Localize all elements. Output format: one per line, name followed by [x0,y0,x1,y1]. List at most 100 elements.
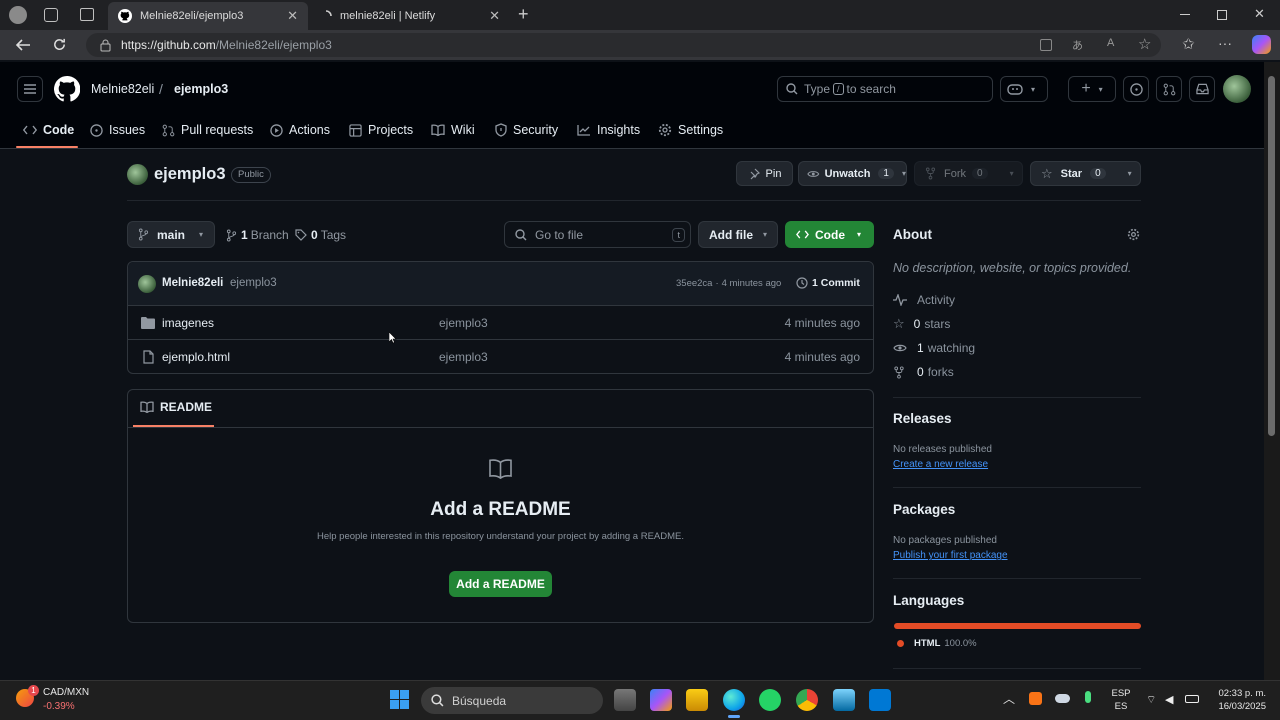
minimize-icon[interactable] [1180,14,1190,15]
file-explorer-icon[interactable] [686,689,708,711]
widget-title[interactable]: CAD/MXN [43,687,89,698]
repo-title[interactable]: ejemplo3 [154,165,226,184]
vertical-tabs-icon[interactable] [80,8,94,21]
branches-link[interactable]: 1 Branch [226,228,289,242]
copilot-app-icon[interactable] [650,689,672,711]
create-new-button[interactable]: + ▾ [1068,76,1116,102]
more-options-icon[interactable]: ··· [1218,35,1232,51]
inbox-button[interactable] [1189,76,1215,102]
menu-button[interactable] [17,76,43,102]
task-view-icon[interactable] [614,689,636,711]
activity-link[interactable]: Activity [893,292,955,308]
publish-package-link[interactable]: Publish your first package [893,550,1008,561]
watching-link[interactable]: 1 watching [893,340,975,356]
profile-icon[interactable] [9,6,27,24]
file-commit-message[interactable]: ejemplo3 [439,316,488,330]
back-arrow-icon[interactable] [15,38,31,52]
repo-link[interactable]: ejemplo3 [174,82,228,96]
close-tab-icon[interactable]: ✕ [489,8,500,24]
tab-pull-requests[interactable]: Pull requests [162,113,253,147]
add-file-button[interactable]: Add file ▾ [698,221,778,248]
tab-issues[interactable]: Issues [90,113,145,147]
volume-icon[interactable]: ◀ [1165,693,1173,706]
owner-link[interactable]: Melnie82eli [91,82,154,96]
file-commit-message[interactable]: ejemplo3 [439,350,488,364]
new-tab-icon[interactable]: + [518,4,529,25]
table-row[interactable]: ejemplo.html ejemplo3 4 minutes ago [127,339,873,373]
commit-hash[interactable]: 35ee2ca [676,278,712,289]
pull-requests-button[interactable] [1156,76,1182,102]
pin-button[interactable]: Pin [736,161,793,186]
file-name[interactable]: imagenes [162,316,214,330]
wifi-icon[interactable]: ⌔ [1146,693,1156,707]
start-icon[interactable] [390,690,409,709]
microphone-icon[interactable] [1085,691,1091,703]
url-bar[interactable]: https://github.com/Melnie82eli/ejemplo3 [86,33,1161,57]
chevron-down-icon[interactable]: ▾ [902,169,906,178]
show-hidden-icons-icon[interactable]: ︿ [1003,690,1015,707]
workspaces-icon[interactable] [44,8,58,22]
tab-settings[interactable]: Settings [658,113,723,147]
chevron-down-icon[interactable]: ▾ [1128,169,1132,178]
tab-security[interactable]: Security [495,113,558,147]
copilot-icon[interactable] [1252,35,1271,54]
fork-button[interactable]: Fork 0 ▾ [914,161,1023,186]
github-logo-icon[interactable] [54,76,80,102]
language-item[interactable]: HTML 100.0% [897,638,977,649]
add-readme-button[interactable]: Add a README [449,571,552,597]
remote-desktop-icon[interactable] [833,689,855,711]
tray-app-icon[interactable] [1029,692,1042,705]
commit-message[interactable]: ejemplo3 [230,277,277,289]
clock[interactable]: 02:33 p. m. 16/03/2025 [1204,688,1266,712]
tab-actions[interactable]: Actions [270,113,330,147]
unwatch-button[interactable]: Unwatch 1 ▾ [798,161,907,186]
scrollbar-thumb[interactable] [1268,76,1275,436]
grid-icon[interactable] [1040,39,1052,51]
readme-tab[interactable]: README [140,400,212,414]
tags-link[interactable]: 0 Tags [295,228,346,242]
commits-link[interactable]: 1 Commit [796,277,860,289]
go-to-file-input[interactable]: Go to file t [504,221,691,248]
translate-icon[interactable]: あ [1072,37,1083,53]
search-input[interactable]: Type / to search [777,76,993,102]
onedrive-icon[interactable] [1055,694,1070,703]
whatsapp-icon[interactable] [759,689,781,711]
edge-icon[interactable] [723,689,745,711]
star-button[interactable]: ☆ Star 0 ▾ [1030,161,1141,186]
close-window-icon[interactable]: ✕ [1254,6,1265,22]
battery-icon[interactable] [1185,695,1199,703]
favorite-star-icon[interactable]: ☆ [1138,35,1151,53]
close-tab-icon[interactable]: ✕ [287,8,298,24]
commit-author[interactable]: Melnie82eli [162,277,223,289]
file-name[interactable]: ejemplo.html [162,350,230,364]
releases-heading[interactable]: Releases [893,411,952,426]
create-release-link[interactable]: Create a new release [893,459,988,470]
reload-icon[interactable] [52,37,67,52]
vscode-icon[interactable] [869,689,891,711]
table-row[interactable]: imagenes ejemplo3 4 minutes ago [127,305,873,339]
forks-link[interactable]: 0 forks [893,364,954,380]
read-aloud-icon[interactable]: A [1107,37,1114,49]
branch-selector[interactable]: main ▾ [127,221,215,248]
favorites-icon[interactable]: ✩ [1182,35,1195,53]
tab-wiki[interactable]: Wiki [431,113,475,147]
tab-code[interactable]: Code [23,113,74,147]
chrome-icon[interactable] [796,689,818,711]
site-info-icon[interactable] [100,39,111,52]
code-button[interactable]: Code ▾ [785,221,874,248]
stars-link[interactable]: ☆ 0 stars [893,316,950,332]
tab-projects[interactable]: Projects [349,113,413,147]
chevron-down-icon[interactable]: ▾ [1010,169,1014,178]
gear-icon[interactable] [1127,228,1140,241]
page-scrollbar[interactable] [1264,62,1280,680]
browser-tab-netlify[interactable]: melnie82eli | Netlify ✕ [310,2,510,30]
language-indicator[interactable]: ESP ES [1110,688,1132,712]
tab-insights[interactable]: Insights [577,113,640,147]
maximize-icon[interactable] [1217,10,1227,20]
packages-heading[interactable]: Packages [893,502,955,517]
avatar[interactable] [1223,75,1251,103]
taskbar-search[interactable]: Búsqueda [421,687,603,714]
issues-button[interactable] [1123,76,1149,102]
copilot-button[interactable]: ▾ [1000,76,1048,102]
browser-tab-github[interactable]: Melnie82eli/ejemplo3 ✕ [108,2,308,30]
